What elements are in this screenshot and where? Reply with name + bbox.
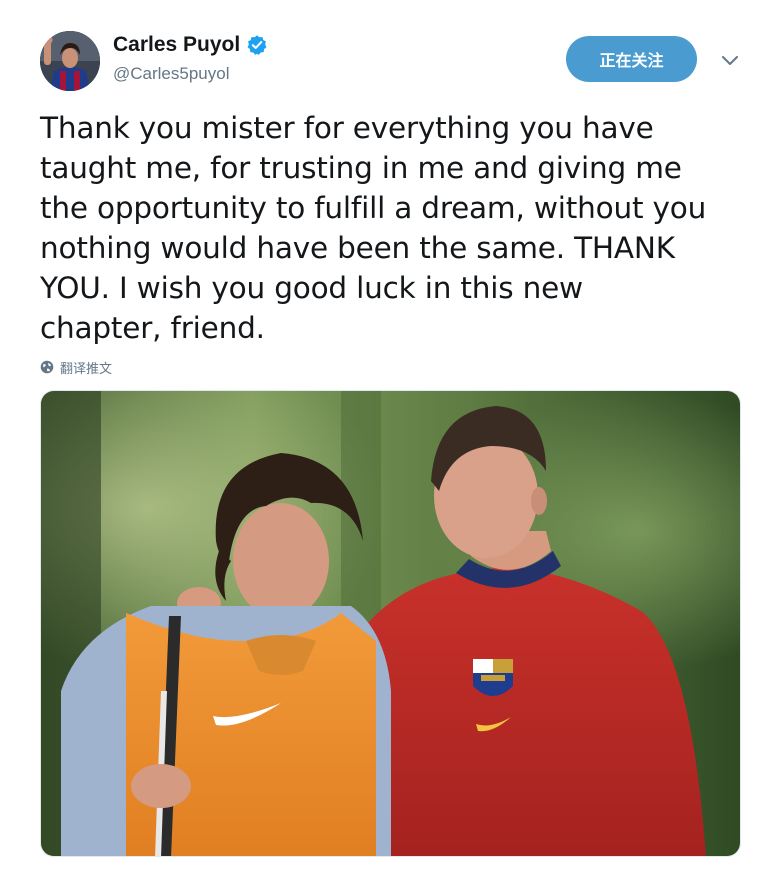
following-button[interactable]: 正在关注 — [566, 36, 697, 82]
photo-image — [41, 391, 740, 856]
tweet-text-line: nothing would have been the same. THANK — [40, 231, 675, 265]
tweet-text-line: YOU. I wish you good luck in this new — [40, 271, 583, 305]
globe-icon — [40, 360, 54, 374]
translate-label: 翻译推文 — [60, 361, 113, 377]
tweet-photo[interactable] — [40, 390, 741, 857]
tweet-text-line: the opportunity to fulfill a dream, with… — [40, 191, 707, 225]
tweet-text: Thank you mister for everything you have… — [40, 108, 745, 348]
tweet-text-line: taught me, for trusting in me and giving… — [40, 151, 682, 185]
avatar-image — [40, 31, 100, 91]
verified-badge-icon — [247, 35, 267, 55]
chevron-down-icon[interactable] — [719, 52, 741, 68]
avatar[interactable] — [40, 31, 100, 91]
display-name[interactable]: Carles Puyol — [113, 33, 240, 57]
tweet-text-line: Thank you mister for everything you have — [40, 111, 654, 145]
user-handle[interactable]: @Carles5puyol — [113, 64, 229, 84]
tweet-text-line: chapter, friend. — [40, 311, 265, 345]
author-name-row[interactable]: Carles Puyol — [113, 31, 268, 59]
translate-tweet-link[interactable]: 翻译推文 — [40, 357, 112, 377]
